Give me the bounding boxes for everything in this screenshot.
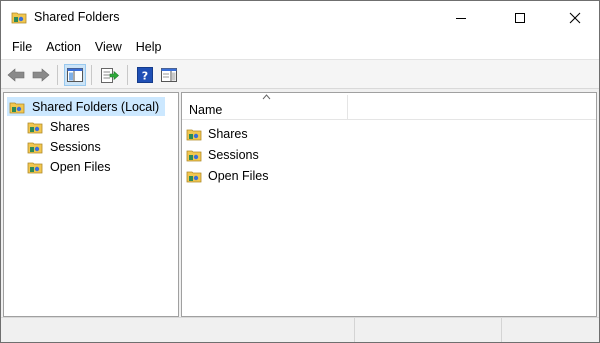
sessions-folder-icon [186,150,202,162]
export-list-button[interactable] [99,64,121,86]
shared-folders-icon [9,102,25,113]
forward-icon [32,68,50,82]
back-icon [7,68,25,82]
show-hide-console-tree-icon [67,68,83,82]
window-title: Shared Folders [34,10,120,24]
column-header-label: Name [189,103,223,117]
list-item-label: Shares [208,127,248,141]
console-tree[interactable]: Shared Folders (Local) Shares Sessions O… [3,92,179,317]
show-hide-action-pane-icon [161,68,177,82]
sessions-folder-icon [27,142,43,154]
sort-ascending-icon [262,94,271,100]
open-files-folder-icon [27,162,43,174]
status-cell [354,318,454,342]
help-icon: ? [137,67,153,83]
result-list[interactable]: Name Shares Sessions Open Files [181,92,597,317]
status-cell [501,318,598,342]
help-button[interactable]: ? [134,64,156,86]
client-area: Shared Folders (Local) Shares Sessions O… [1,89,599,317]
menu-file[interactable]: File [5,37,39,57]
menu-action[interactable]: Action [39,37,88,57]
title-bar[interactable]: Shared Folders [1,1,599,34]
open-files-folder-icon [186,171,202,183]
list-item-label: Open Files [208,169,269,183]
shared-folders-icon [11,12,27,24]
close-icon [569,12,581,23]
close-button[interactable] [552,1,598,34]
status-bar [1,317,599,342]
tree-item-label: Open Files [50,160,111,174]
shared-folders-window: Shared Folders File Action View Help ? S… [0,0,600,343]
export-list-icon [101,67,119,83]
tree-item-label: Sessions [50,140,101,154]
menu-bar: File Action View Help [1,34,599,59]
list-item-open-files[interactable]: Open Files [186,167,268,185]
show-hide-action-pane-button[interactable] [158,64,180,86]
list-item-label: Sessions [208,148,259,162]
svg-text:?: ? [142,70,148,83]
tree-item-label: Shares [50,120,90,134]
column-header-name[interactable]: Name [182,94,348,120]
forward-button[interactable] [30,64,52,86]
tree-item-shares[interactable]: Shares [27,118,90,136]
back-button[interactable] [5,64,27,86]
minimize-button[interactable] [438,1,484,34]
toolbar-separator [91,65,92,85]
tree-item-shared-folders-local[interactable]: Shared Folders (Local) [7,97,165,116]
list-item-sessions[interactable]: Sessions [186,146,259,164]
shares-folder-icon [27,122,43,134]
minimize-icon [456,17,466,19]
toolbar: ? [1,59,599,89]
tree-item-label: Shared Folders (Local) [32,99,160,114]
tree-item-open-files[interactable]: Open Files [27,158,110,176]
toolbar-separator [127,65,128,85]
show-hide-console-tree-button[interactable] [64,64,86,86]
list-item-shares[interactable]: Shares [186,125,248,143]
shares-folder-icon [186,129,202,141]
toolbar-separator [57,65,58,85]
maximize-button[interactable] [497,1,543,34]
list-header: Name [182,94,596,120]
maximize-icon [515,12,525,23]
menu-view[interactable]: View [88,37,129,57]
menu-help[interactable]: Help [129,37,169,57]
tree-item-sessions[interactable]: Sessions [27,138,101,156]
